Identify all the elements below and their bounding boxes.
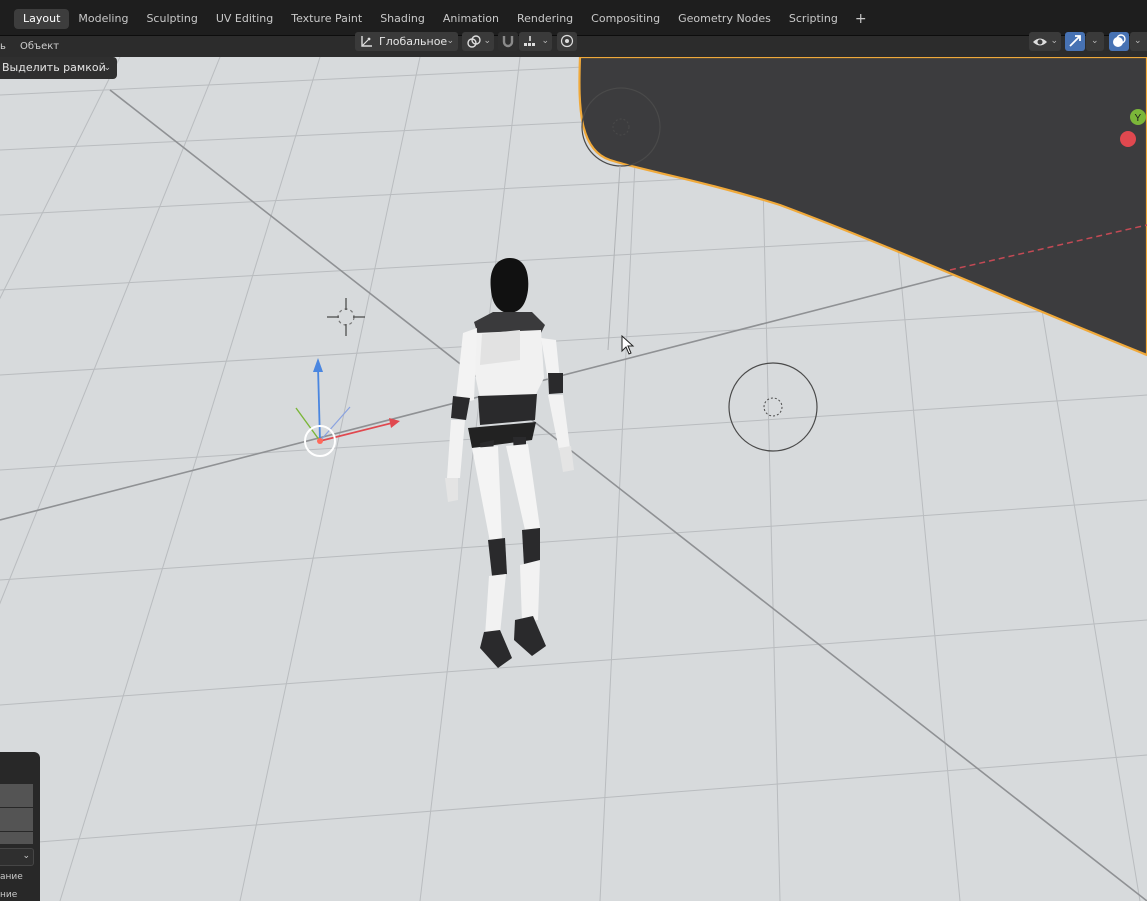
menu-object[interactable]: Объект xyxy=(20,36,59,57)
operator-field-1[interactable] xyxy=(0,784,33,807)
tab-layout[interactable]: Layout xyxy=(14,9,70,29)
tab-animation[interactable]: Animation xyxy=(434,9,508,29)
transform-orientation-label: Глобальное xyxy=(379,35,448,48)
snap-target-dropdown[interactable]: ⌄ xyxy=(519,32,552,51)
tab-compositing[interactable]: Compositing xyxy=(582,9,669,29)
chevron-down-icon: ⌄ xyxy=(103,63,111,73)
visibility-dropdown[interactable]: ⌄ xyxy=(1029,32,1061,51)
3d-viewport[interactable]: Y xyxy=(0,57,1147,901)
operator-panel: ⌄ ание ние xyxy=(0,752,40,901)
chevron-down-icon: ⌄ xyxy=(541,36,549,46)
eye-icon xyxy=(1032,34,1048,56)
overlays-dropdown[interactable]: ⌄ xyxy=(1130,32,1147,51)
overlays-toggle[interactable] xyxy=(1109,32,1129,51)
tab-scripting[interactable]: Scripting xyxy=(780,9,847,29)
snap-increment-icon xyxy=(522,34,538,56)
tab-rendering[interactable]: Rendering xyxy=(508,9,582,29)
workspace-tabs: Layout Modeling Sculpting UV Editing Tex… xyxy=(14,9,875,29)
transform-orientation-icon xyxy=(359,33,375,55)
chevron-down-icon: ⌄ xyxy=(446,36,454,46)
select-mode-label: Выделить рамкой xyxy=(2,61,106,74)
y-axis-label: Y xyxy=(1135,113,1142,124)
gizmo-toggle[interactable] xyxy=(1065,32,1085,51)
menu-partial[interactable]: ь xyxy=(0,36,6,57)
chevron-down-icon: ⌄ xyxy=(1091,36,1099,46)
operator-field-2[interactable] xyxy=(0,808,33,831)
tab-geometry-nodes[interactable]: Geometry Nodes xyxy=(669,9,780,29)
add-workspace-button[interactable]: + xyxy=(847,9,875,29)
gizmo-arrow-icon xyxy=(1067,33,1083,55)
proportional-edit-toggle[interactable] xyxy=(557,32,577,51)
tab-uv-editing[interactable]: UV Editing xyxy=(207,9,282,29)
proportional-edit-icon xyxy=(560,34,574,54)
pivot-point-dropdown[interactable]: ⌄ xyxy=(462,32,494,51)
magnet-icon xyxy=(500,33,516,55)
chevron-down-icon: ⌄ xyxy=(1134,36,1142,46)
operator-label-2: ние xyxy=(0,890,18,900)
operator-label-1: ание xyxy=(0,872,23,882)
overlay-icon xyxy=(1111,33,1127,55)
tab-shading[interactable]: Shading xyxy=(371,9,434,29)
viewport-scene: Y xyxy=(0,57,1147,901)
chevron-down-icon: ⌄ xyxy=(22,851,30,861)
transform-orientation-dropdown[interactable]: Глобальное ⌄ xyxy=(355,32,458,51)
select-mode-dropdown[interactable]: Выделить рамкой ⌄ xyxy=(0,57,117,79)
tab-modeling[interactable]: Modeling xyxy=(69,9,137,29)
workspace-tab-bar: Layout Modeling Sculpting UV Editing Tex… xyxy=(0,0,1147,36)
link-icon xyxy=(466,34,482,56)
gizmo-dropdown[interactable]: ⌄ xyxy=(1086,32,1104,51)
operator-dropdown[interactable]: ⌄ xyxy=(0,848,34,866)
chevron-down-icon: ⌄ xyxy=(1050,36,1058,46)
tab-sculpting[interactable]: Sculpting xyxy=(137,9,206,29)
snap-toggle[interactable] xyxy=(498,32,518,51)
operator-field-3[interactable] xyxy=(0,832,33,844)
chevron-down-icon: ⌄ xyxy=(483,36,491,46)
tab-texture-paint[interactable]: Texture Paint xyxy=(282,9,371,29)
